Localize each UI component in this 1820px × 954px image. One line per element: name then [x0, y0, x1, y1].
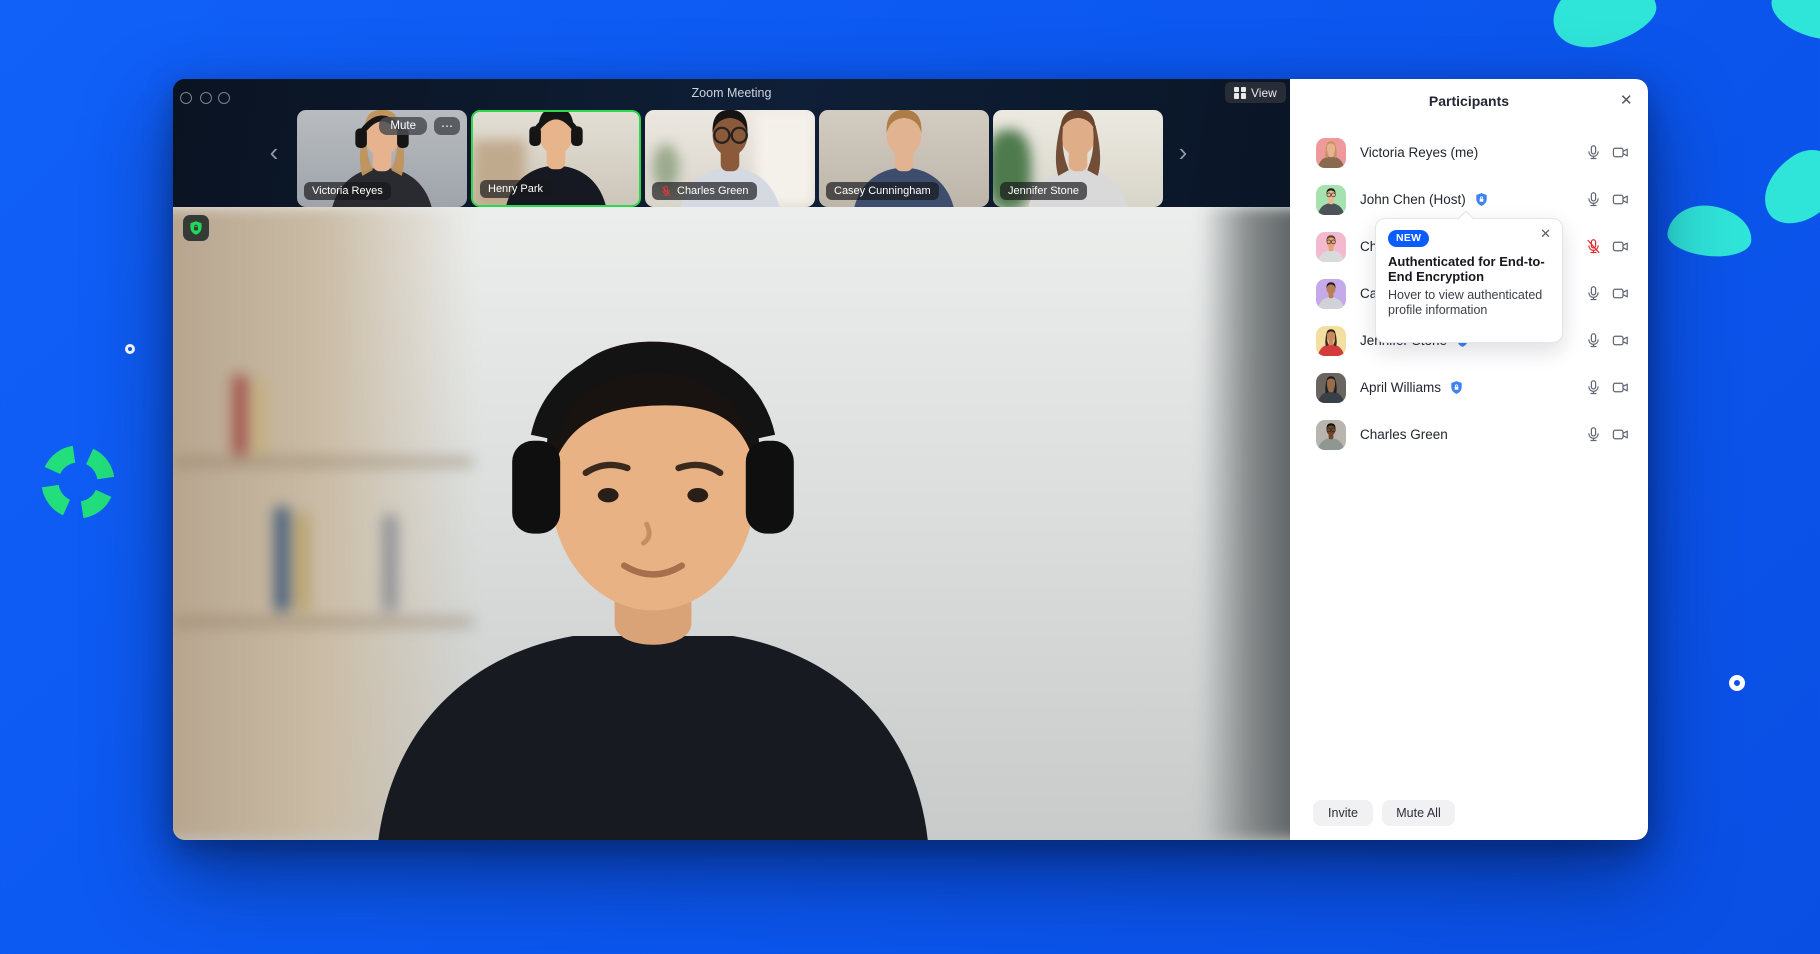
- camera-icon: [1611, 144, 1630, 161]
- mic-icon: [1585, 144, 1602, 161]
- mic-icon: [1585, 379, 1602, 396]
- e2e-shield-icon[interactable]: [1449, 380, 1464, 395]
- participant-row[interactable]: Victoria Reyes (me): [1290, 129, 1648, 176]
- participant-row[interactable]: Charles Green: [1290, 411, 1648, 458]
- avatar: [1316, 232, 1346, 262]
- participant-name: Charles Green: [1360, 427, 1448, 442]
- participant-name: John Chen (Host): [1360, 192, 1466, 207]
- decorative-blob: [1765, 0, 1820, 50]
- tile-name-label: Casey Cunningham: [826, 182, 939, 200]
- window-title: Zoom Meeting: [173, 86, 1290, 100]
- muted-mic-icon: [1585, 238, 1602, 255]
- person-henry: [333, 284, 973, 840]
- encryption-shield-badge[interactable]: [183, 215, 209, 241]
- panel-title: Participants: [1290, 93, 1648, 109]
- muted-mic-icon: [660, 185, 672, 197]
- avatar: [1316, 373, 1346, 403]
- camera-icon: [1611, 191, 1630, 208]
- mic-icon: [1585, 332, 1602, 349]
- tooltip-body: Hover to view authenticated profile info…: [1388, 288, 1550, 318]
- filmstrip-prev-button[interactable]: ‹: [266, 139, 282, 165]
- decorative-blob: [1546, 0, 1663, 56]
- panel-close-icon[interactable]: ✕: [1620, 91, 1633, 109]
- tile-mute-button[interactable]: Mute: [379, 117, 427, 135]
- camera-icon: [1611, 426, 1630, 443]
- video-tile-casey[interactable]: Casey Cunningham: [819, 110, 989, 207]
- filmstrip-next-button[interactable]: ›: [1175, 139, 1191, 165]
- new-badge: NEW: [1388, 230, 1429, 247]
- tooltip-title: Authenticated for End-to-End Encryption: [1388, 254, 1550, 286]
- participants-panel: Participants ✕ Victoria Reyes (me) John …: [1290, 79, 1648, 840]
- invite-button[interactable]: Invite: [1313, 800, 1373, 826]
- avatar: [1316, 279, 1346, 309]
- video-tile-victoria[interactable]: Mute ⋯ Victoria Reyes: [297, 110, 467, 207]
- view-label: View: [1251, 86, 1277, 100]
- avatar: [1316, 326, 1346, 356]
- video-tile-jennifer[interactable]: Jennifer Stone: [993, 110, 1163, 207]
- tile-name-label: Victoria Reyes: [304, 182, 391, 200]
- tooltip-close-icon[interactable]: ✕: [1540, 226, 1551, 242]
- tile-name-label: Henry Park: [480, 180, 551, 198]
- view-button[interactable]: View: [1225, 82, 1286, 103]
- e2e-encryption-tooltip: NEW ✕ Authenticated for End-to-End Encry…: [1375, 218, 1563, 343]
- camera-icon: [1611, 332, 1630, 349]
- camera-icon: [1611, 379, 1630, 396]
- tile-name-label: Jennifer Stone: [1000, 182, 1087, 200]
- avatar: [1316, 420, 1346, 450]
- participant-name: Victoria Reyes (me): [1360, 145, 1478, 160]
- e2e-shield-icon[interactable]: [1474, 192, 1489, 207]
- participant-row[interactable]: April Williams: [1290, 364, 1648, 411]
- mic-icon: [1585, 285, 1602, 302]
- decorative-ring: [1729, 675, 1745, 691]
- decorative-dot: [125, 344, 135, 354]
- video-tile-henry[interactable]: Henry Park: [471, 110, 641, 207]
- avatar: [1316, 138, 1346, 168]
- main-video-henry: Mute Stop Video 7 Participants Chat: [173, 207, 1290, 840]
- decorative-flower: [38, 442, 118, 522]
- video-tile-charles[interactable]: Charles Green: [645, 110, 815, 207]
- mic-icon: [1585, 426, 1602, 443]
- avatar: [1316, 185, 1346, 215]
- zoom-meeting-window: Zoom Meeting View ‹ › Mute ⋯ Victoria Re…: [173, 79, 1648, 840]
- camera-icon: [1611, 238, 1630, 255]
- mic-icon: [1585, 191, 1602, 208]
- window-header: Zoom Meeting View ‹ › Mute ⋯ Victoria Re…: [173, 79, 1290, 207]
- tile-more-button[interactable]: ⋯: [434, 117, 460, 135]
- decorative-blob: [1750, 138, 1820, 235]
- green-shield-lock-icon: [188, 220, 204, 236]
- mute-all-button[interactable]: Mute All: [1382, 800, 1455, 826]
- tile-name-label: Charles Green: [652, 182, 757, 200]
- decorative-blob: [1666, 202, 1755, 261]
- participant-name: April Williams: [1360, 380, 1441, 395]
- grid-view-icon: [1234, 87, 1246, 99]
- camera-icon: [1611, 285, 1630, 302]
